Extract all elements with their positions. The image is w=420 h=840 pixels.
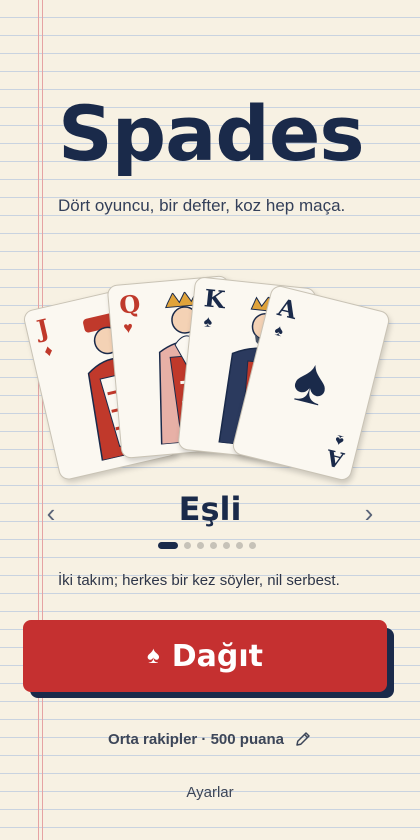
deal-button[interactable]: ♠ Dağıt [23,620,387,692]
page-dot[interactable] [197,542,204,549]
spade-icon: ♠ [202,313,214,332]
mode-description: İki takım; herkes bir kez söyler, nil se… [58,572,340,589]
settings-summary-text: Orta rakipler · 500 puana [108,730,284,748]
page-dot[interactable] [210,542,217,549]
card-rank: K [202,283,227,315]
mode-selector: ‹ Eşli › [0,490,420,540]
card-corner-bottom: A ♠ [323,430,350,473]
card-fan: J ♦ Q ♥ K ♠ A ♠ ♠ A ♠ [0,0,420,483]
card-rank: J [34,312,52,344]
page-dot-active[interactable] [158,542,178,549]
card-rank: A [275,292,301,325]
game-settings-summary[interactable]: Orta rakipler · 500 puana [0,730,420,748]
deal-button-label: Dağıt [171,638,263,674]
chevron-right-icon[interactable]: › [354,498,384,528]
spade-icon: ♠ [147,642,160,669]
page-dot[interactable] [236,542,243,549]
heart-icon: ♥ [122,319,134,338]
settings-link[interactable]: Ayarlar [0,784,420,801]
card-rank: A [323,443,347,473]
page-dot[interactable] [184,542,191,549]
spade-icon: ♠ [286,342,337,421]
page-dot[interactable] [249,542,256,549]
pencil-icon[interactable] [294,730,312,748]
diamond-icon: ♦ [42,342,55,361]
page-dot[interactable] [223,542,230,549]
card-rank: Q [118,288,142,320]
spade-icon: ♠ [333,430,346,450]
spade-icon: ♠ [272,321,286,341]
